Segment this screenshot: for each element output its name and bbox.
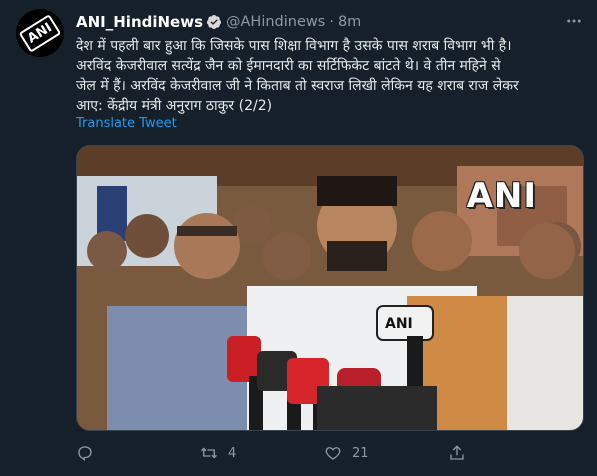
tweet-time[interactable]: 8m [338,14,361,30]
like-button[interactable]: 21 [324,444,448,462]
tweet-media-image[interactable]: ANI ANI [76,145,584,431]
translate-tweet-link[interactable]: Translate Tweet [76,116,177,131]
tweet-text: देश में पहली बार हुआ कि जिसके पास शिक्षा… [76,36,574,116]
author-name[interactable]: ANI_HindiNews [76,13,203,31]
tweet[interactable]: ANI ANI_HindiNews @AHindinews · 8m देश म… [0,0,597,476]
tweet-actions-bar: 4 21 [76,442,574,464]
separator-dot: · [329,14,334,30]
share-icon [450,445,464,460]
reply-button[interactable] [76,444,200,462]
more-icon[interactable] [563,10,585,32]
like-count: 21 [352,445,369,461]
avatar[interactable]: ANI [16,9,64,57]
verified-badge-icon [207,15,222,29]
reply-icon [78,446,92,462]
share-button[interactable] [448,444,572,462]
retweet-count: 4 [228,445,237,461]
tweet-text-line: देश में पहली बार हुआ कि जिसके पास शिक्षा… [76,38,512,54]
author-handle[interactable]: @AHindinews [226,14,325,30]
like-icon [325,447,341,460]
retweet-icon [201,447,217,459]
svg-text:ANI: ANI [385,316,413,332]
tweet-text-line: जेल में हैं। अरविंद केजरीवाल जी ने किताब… [76,78,519,94]
avatar-logo: ANI [18,13,62,53]
tweet-text-line: अरविंद केजरीवाल सत्येंद्र जैन को ईमानदार… [76,58,501,74]
media-watermark: ANI [466,176,537,216]
tweet-header: ANI_HindiNews @AHindinews · 8m [76,12,587,32]
retweet-button[interactable]: 4 [200,444,324,462]
tweet-text-line: आए: केंद्रीय मंत्री अनुराग ठाकुर (2/2) [76,98,273,114]
